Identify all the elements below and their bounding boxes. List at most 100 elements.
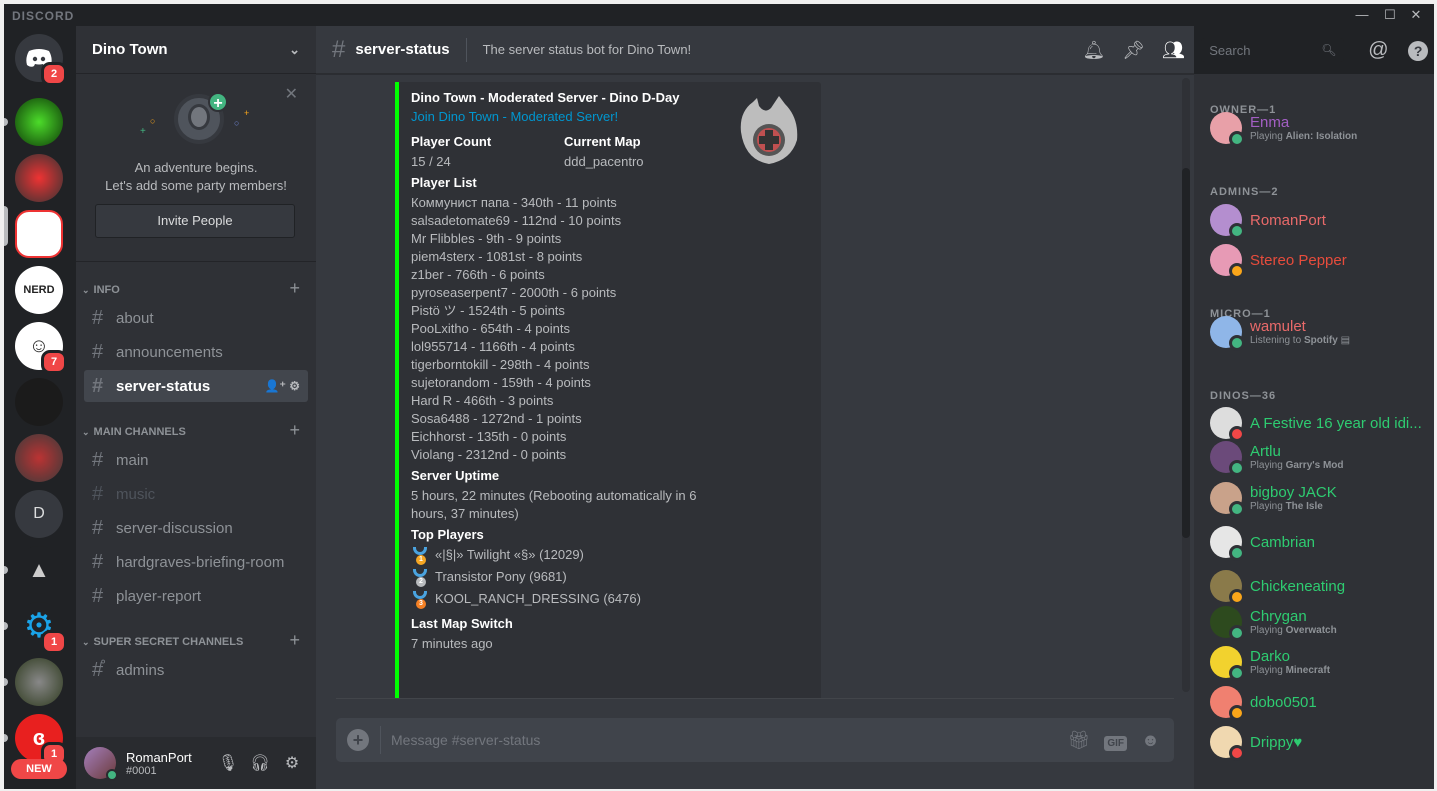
add-channel-icon[interactable]: + xyxy=(289,630,300,651)
server-icon[interactable] xyxy=(15,378,63,426)
search-box[interactable]: 🔍︎ xyxy=(1201,38,1345,62)
avatar[interactable] xyxy=(84,747,118,781)
avatar xyxy=(1210,407,1245,442)
channel-about[interactable]: # about xyxy=(84,302,308,334)
channel-topic[interactable]: The server status bot for Dino Town! xyxy=(483,42,692,57)
emoji-icon[interactable]: ☻ xyxy=(1141,730,1160,751)
server-icon[interactable]: ɞ1 xyxy=(15,714,67,766)
category-super-secret-channels[interactable]: ⌄ SUPER SECRET CHANNELS + xyxy=(82,630,310,650)
member-item[interactable]: Darko Playing Minecraft xyxy=(1210,642,1430,682)
search-input[interactable] xyxy=(1209,42,1310,58)
bell-icon[interactable]: 🔔︎ xyxy=(1074,40,1114,61)
server-icon[interactable] xyxy=(15,434,63,482)
category-info[interactable]: ⌄ INFO + xyxy=(82,278,310,298)
status-online-icon xyxy=(1229,665,1245,681)
field-value: ddd_pacentro xyxy=(564,154,644,169)
server-icon[interactable] xyxy=(15,658,63,706)
unread-indicator xyxy=(4,622,8,630)
activity-name: Spotify xyxy=(1303,335,1338,346)
channel-server-discussion[interactable]: # server-discussion xyxy=(84,512,308,544)
member-item[interactable]: Cambrian xyxy=(1210,522,1430,562)
add-channel-icon[interactable]: + xyxy=(289,420,300,441)
gift-icon[interactable]: 🎁︎ xyxy=(1068,730,1091,751)
unread-indicator xyxy=(4,118,8,126)
server-icon-dino-town[interactable] xyxy=(15,210,63,258)
server-icon[interactable]: D xyxy=(15,490,63,538)
server-icon[interactable] xyxy=(15,154,63,202)
channel-admins[interactable]: #̊ admins xyxy=(84,654,308,686)
channel-hardgraves-briefing-room[interactable]: # hardgraves-briefing-room xyxy=(84,546,308,578)
create-invite-icon[interactable]: 👤⁺ xyxy=(265,379,286,393)
locked-hash-icon: #̊ xyxy=(92,658,104,681)
server-avatar xyxy=(15,98,63,146)
activity-name: Overwatch xyxy=(1285,625,1337,636)
member-item[interactable]: dobo0501 xyxy=(1210,682,1430,722)
member-item[interactable]: Chrygan Playing Overwatch xyxy=(1210,602,1430,642)
invite-people-button[interactable]: Invite People xyxy=(95,204,295,238)
member-item[interactable]: RomanPort xyxy=(1210,200,1430,240)
activity-name: Alien: Isolation xyxy=(1285,131,1358,142)
member-activity: Playing Garry's Mod xyxy=(1250,460,1344,471)
gear-icon[interactable]: ⚙ xyxy=(289,379,300,393)
field-name: Player List xyxy=(411,175,477,190)
avatar xyxy=(1210,316,1245,351)
members-icon[interactable]: 👥︎ xyxy=(1154,40,1194,61)
message-scrollbar[interactable] xyxy=(1182,78,1190,692)
hash-icon: # xyxy=(332,35,346,63)
unread-badge: 2 xyxy=(41,62,67,86)
embed-thumbnail xyxy=(731,92,807,168)
channel-main[interactable]: # main xyxy=(84,444,308,476)
user-discriminator: #0001 xyxy=(126,764,157,777)
mentions-icon[interactable]: @ xyxy=(1358,39,1398,62)
add-channel-icon[interactable]: + xyxy=(289,278,300,299)
server-icon[interactable]: ☺ 7 xyxy=(15,322,67,374)
field-value: 5 hours, 22 minutes (Rebooting automatic… xyxy=(411,488,697,521)
gif-button[interactable]: GIF xyxy=(1104,730,1128,751)
hash-icon: # xyxy=(92,374,104,397)
channel-player-report[interactable]: # player-report xyxy=(84,580,308,612)
field-name: Server Uptime xyxy=(411,468,500,483)
category-main-channels[interactable]: ⌄ MAIN CHANNELS + xyxy=(82,420,310,440)
server-icon[interactable]: ▲ xyxy=(15,546,63,594)
gear-icon[interactable]: ⚙ xyxy=(276,753,308,773)
channel-music[interactable]: # music xyxy=(84,478,308,510)
server-avatar xyxy=(15,154,63,202)
member-name: A Festive 16 year old idi... xyxy=(1250,414,1422,432)
top-player: 1 «|§|» Twilight «§» (12029) xyxy=(411,546,811,568)
minimize-button[interactable]: — xyxy=(1350,7,1374,23)
new-badge[interactable]: NEW xyxy=(11,759,67,779)
member-item[interactable]: wamulet Listening to Spotify ▤ xyxy=(1210,312,1430,352)
field-name: Current Map xyxy=(564,134,641,149)
member-name: Artlu xyxy=(1250,443,1281,460)
member-info: bigboy JACK Playing The Isle xyxy=(1250,484,1337,512)
close-button[interactable]: ✕ xyxy=(1404,7,1428,23)
member-name: RomanPort xyxy=(1250,211,1326,229)
title-bar: DISCORD — ☐ ✕ xyxy=(4,4,1434,26)
channel-server-status[interactable]: # server-status 👤⁺ ⚙ xyxy=(84,370,308,402)
upload-button[interactable]: + xyxy=(336,729,380,751)
channel-announcements[interactable]: # announcements xyxy=(84,336,308,368)
message-input[interactable] xyxy=(381,732,1068,748)
help-icon[interactable]: ? xyxy=(1398,40,1434,61)
pin-icon[interactable]: 📌︎ xyxy=(1114,40,1154,61)
member-item[interactable]: Stereo Pepper xyxy=(1210,240,1430,280)
maximize-button[interactable]: ☐ xyxy=(1378,7,1402,23)
member-item[interactable]: bigboy JACK Playing The Isle xyxy=(1210,478,1430,518)
server-header[interactable]: Dino Town ⌄ xyxy=(76,26,316,74)
member-item[interactable]: Drippy♥ xyxy=(1210,722,1430,762)
avatar xyxy=(1210,686,1245,721)
member-item[interactable]: Chickeneating xyxy=(1210,566,1430,606)
member-item[interactable]: Artlu Playing Garry's Mod xyxy=(1210,437,1430,477)
member-name: Stereo Pepper xyxy=(1250,251,1347,269)
close-icon[interactable]: ✕ xyxy=(285,84,298,104)
member-name: Drippy♥ xyxy=(1250,733,1303,751)
member-item[interactable]: Enma Playing Alien: Isolation xyxy=(1210,108,1430,148)
headphones-icon[interactable]: 🎧︎ xyxy=(244,753,276,773)
scrollbar-thumb[interactable] xyxy=(1182,168,1190,538)
microphone-icon[interactable]: 🎙︎ xyxy=(212,753,244,773)
server-icon[interactable]: NERD xyxy=(15,266,63,314)
server-icon[interactable]: ⚙ 1 xyxy=(15,602,67,654)
server-avatar xyxy=(15,210,63,258)
server-icon[interactable] xyxy=(15,98,63,146)
home-button[interactable]: 2 xyxy=(15,34,67,86)
